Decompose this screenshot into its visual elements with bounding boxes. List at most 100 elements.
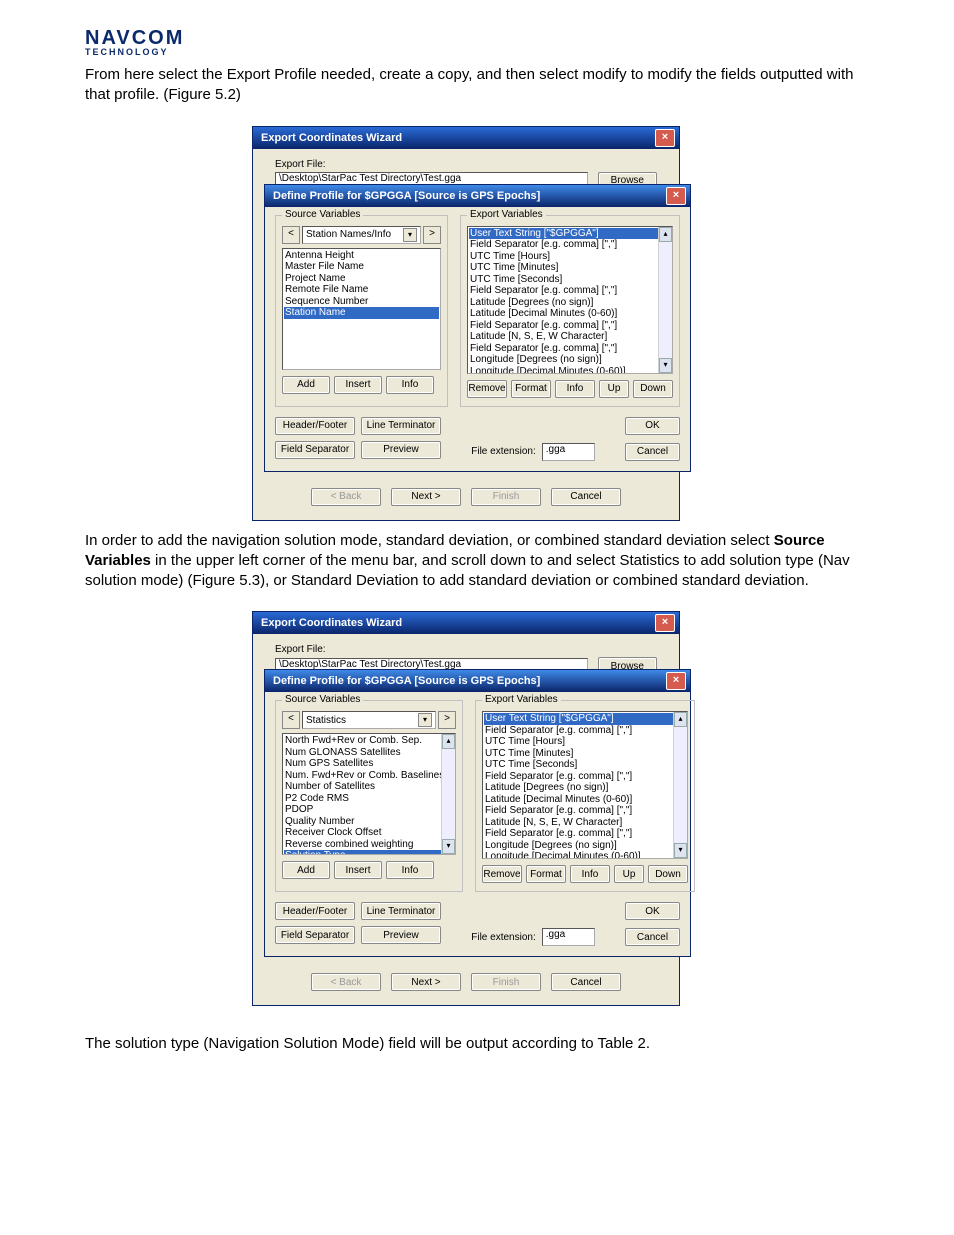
scrollbar[interactable]: ▴ ▾ [673, 712, 687, 858]
list-item[interactable]: UTC Time [Minutes] [484, 748, 673, 760]
list-item[interactable]: UTC Time [Seconds] [469, 274, 658, 286]
list-item[interactable]: Solution Type [284, 850, 441, 855]
info-button[interactable]: Info [386, 376, 434, 394]
add-button[interactable]: Add [282, 861, 330, 879]
remove-button[interactable]: Remove [467, 380, 507, 398]
close-icon[interactable]: × [666, 672, 686, 690]
line-terminator-button[interactable]: Line Terminator [361, 902, 441, 920]
down-button[interactable]: Down [633, 380, 673, 398]
header-footer-button[interactable]: Header/Footer [275, 902, 355, 920]
prev-category-button[interactable]: < [282, 226, 300, 244]
scroll-down-icon[interactable]: ▾ [442, 839, 455, 854]
scroll-down-icon[interactable]: ▾ [659, 358, 672, 373]
add-button[interactable]: Add [282, 376, 330, 394]
next-category-button[interactable]: > [423, 226, 441, 244]
scroll-up-icon[interactable]: ▴ [674, 712, 687, 727]
list-item[interactable]: Field Separator [e.g. comma] [","] [469, 239, 658, 251]
source-category-dropdown[interactable]: Station Names/Info ▾ [302, 226, 421, 244]
list-item[interactable]: Latitude [Decimal Minutes (0-60)] [484, 794, 673, 806]
list-item[interactable]: Latitude [Decimal Minutes (0-60)] [469, 308, 658, 320]
list-item[interactable]: Longitude [Decimal Minutes (0-60)] [469, 366, 658, 374]
source-category-dropdown[interactable]: Statistics ▾ [302, 711, 436, 729]
list-item[interactable]: Latitude [N, S, E, W Character] [484, 817, 673, 829]
header-footer-button[interactable]: Header/Footer [275, 417, 355, 435]
back-button[interactable]: < Back [311, 488, 381, 506]
close-icon[interactable]: × [655, 614, 675, 632]
list-item[interactable]: Antenna Height [284, 250, 439, 262]
list-item[interactable]: Num GLONASS Satellites [284, 747, 441, 759]
list-item[interactable]: Num. Fwd+Rev or Comb. Baselines [284, 770, 441, 782]
list-item[interactable]: Field Separator [e.g. comma] [","] [469, 285, 658, 297]
list-item[interactable]: Latitude [Degrees (no sign)] [484, 782, 673, 794]
list-item[interactable]: UTC Time [Minutes] [469, 262, 658, 274]
cancel-button[interactable]: Cancel [551, 973, 621, 991]
scrollbar[interactable]: ▴ ▾ [441, 734, 455, 854]
close-icon[interactable]: × [666, 187, 686, 205]
format-button[interactable]: Format [511, 380, 551, 398]
list-item[interactable]: Field Separator [e.g. comma] [","] [484, 828, 673, 840]
list-item[interactable]: North Fwd+Rev or Comb. Sep. [284, 735, 441, 747]
list-item[interactable]: Quality Number [284, 816, 441, 828]
scroll-down-icon[interactable]: ▾ [674, 843, 687, 858]
finish-button[interactable]: Finish [471, 488, 541, 506]
list-item[interactable]: User Text String ["$GPGGA"] [469, 228, 658, 240]
scroll-up-icon[interactable]: ▴ [659, 227, 672, 242]
up-button[interactable]: Up [599, 380, 629, 398]
file-extension-input[interactable]: .gga [542, 928, 595, 946]
finish-button[interactable]: Finish [471, 973, 541, 991]
list-item[interactable]: Field Separator [e.g. comma] [","] [484, 725, 673, 737]
list-item[interactable]: Master File Name [284, 261, 439, 273]
info-button[interactable]: Info [555, 380, 595, 398]
define-cancel-button[interactable]: Cancel [625, 928, 680, 946]
back-button[interactable]: < Back [311, 973, 381, 991]
list-item[interactable]: P2 Code RMS [284, 793, 441, 805]
next-button[interactable]: Next > [391, 973, 461, 991]
list-item[interactable]: Field Separator [e.g. comma] [","] [469, 320, 658, 332]
list-item[interactable]: Sequence Number [284, 296, 439, 308]
define-cancel-button[interactable]: Cancel [625, 443, 680, 461]
insert-button[interactable]: Insert [334, 376, 382, 394]
format-button[interactable]: Format [526, 865, 566, 883]
scroll-up-icon[interactable]: ▴ [442, 734, 455, 749]
scrollbar[interactable]: ▴ ▾ [658, 227, 672, 373]
close-icon[interactable]: × [655, 129, 675, 147]
list-item[interactable]: Remote File Name [284, 284, 439, 296]
list-item[interactable]: PDOP [284, 804, 441, 816]
list-item[interactable]: Latitude [Degrees (no sign)] [469, 297, 658, 309]
list-item[interactable]: Longitude [Degrees (no sign)] [484, 840, 673, 852]
list-item[interactable]: UTC Time [Hours] [484, 736, 673, 748]
list-item[interactable]: Num GPS Satellites [284, 758, 441, 770]
source-variables-listbox[interactable]: Antenna HeightMaster File NameProject Na… [282, 248, 441, 370]
list-item[interactable]: Latitude [N, S, E, W Character] [469, 331, 658, 343]
remove-button[interactable]: Remove [482, 865, 522, 883]
list-item[interactable]: Station Name [284, 307, 439, 319]
preview-button[interactable]: Preview [361, 926, 441, 944]
list-item[interactable]: User Text String ["$GPGGA"] [484, 713, 673, 725]
field-separator-button[interactable]: Field Separator [275, 926, 355, 944]
list-item[interactable]: Longitude [Degrees (no sign)] [469, 354, 658, 366]
list-item[interactable]: Project Name [284, 273, 439, 285]
list-item[interactable]: UTC Time [Seconds] [484, 759, 673, 771]
info-button[interactable]: Info [386, 861, 434, 879]
list-item[interactable]: Reverse combined weighting [284, 839, 441, 851]
info-button[interactable]: Info [570, 865, 610, 883]
list-item[interactable]: Field Separator [e.g. comma] [","] [469, 343, 658, 355]
down-button[interactable]: Down [648, 865, 688, 883]
next-button[interactable]: Next > [391, 488, 461, 506]
prev-category-button[interactable]: < [282, 711, 300, 729]
field-separator-button[interactable]: Field Separator [275, 441, 355, 459]
ok-button[interactable]: OK [625, 902, 680, 920]
list-item[interactable]: Longitude [Decimal Minutes (0-60)] [484, 851, 673, 859]
export-variables-listbox[interactable]: User Text String ["$GPGGA"]Field Separat… [482, 711, 688, 859]
up-button[interactable]: Up [614, 865, 644, 883]
list-item[interactable]: Field Separator [e.g. comma] [","] [484, 805, 673, 817]
cancel-button[interactable]: Cancel [551, 488, 621, 506]
list-item[interactable]: Receiver Clock Offset [284, 827, 441, 839]
list-item[interactable]: UTC Time [Hours] [469, 251, 658, 263]
line-terminator-button[interactable]: Line Terminator [361, 417, 441, 435]
insert-button[interactable]: Insert [334, 861, 382, 879]
ok-button[interactable]: OK [625, 417, 680, 435]
list-item[interactable]: Field Separator [e.g. comma] [","] [484, 771, 673, 783]
next-category-button[interactable]: > [438, 711, 456, 729]
source-variables-listbox[interactable]: North Fwd+Rev or Comb. Sep.Num GLONASS S… [282, 733, 456, 855]
